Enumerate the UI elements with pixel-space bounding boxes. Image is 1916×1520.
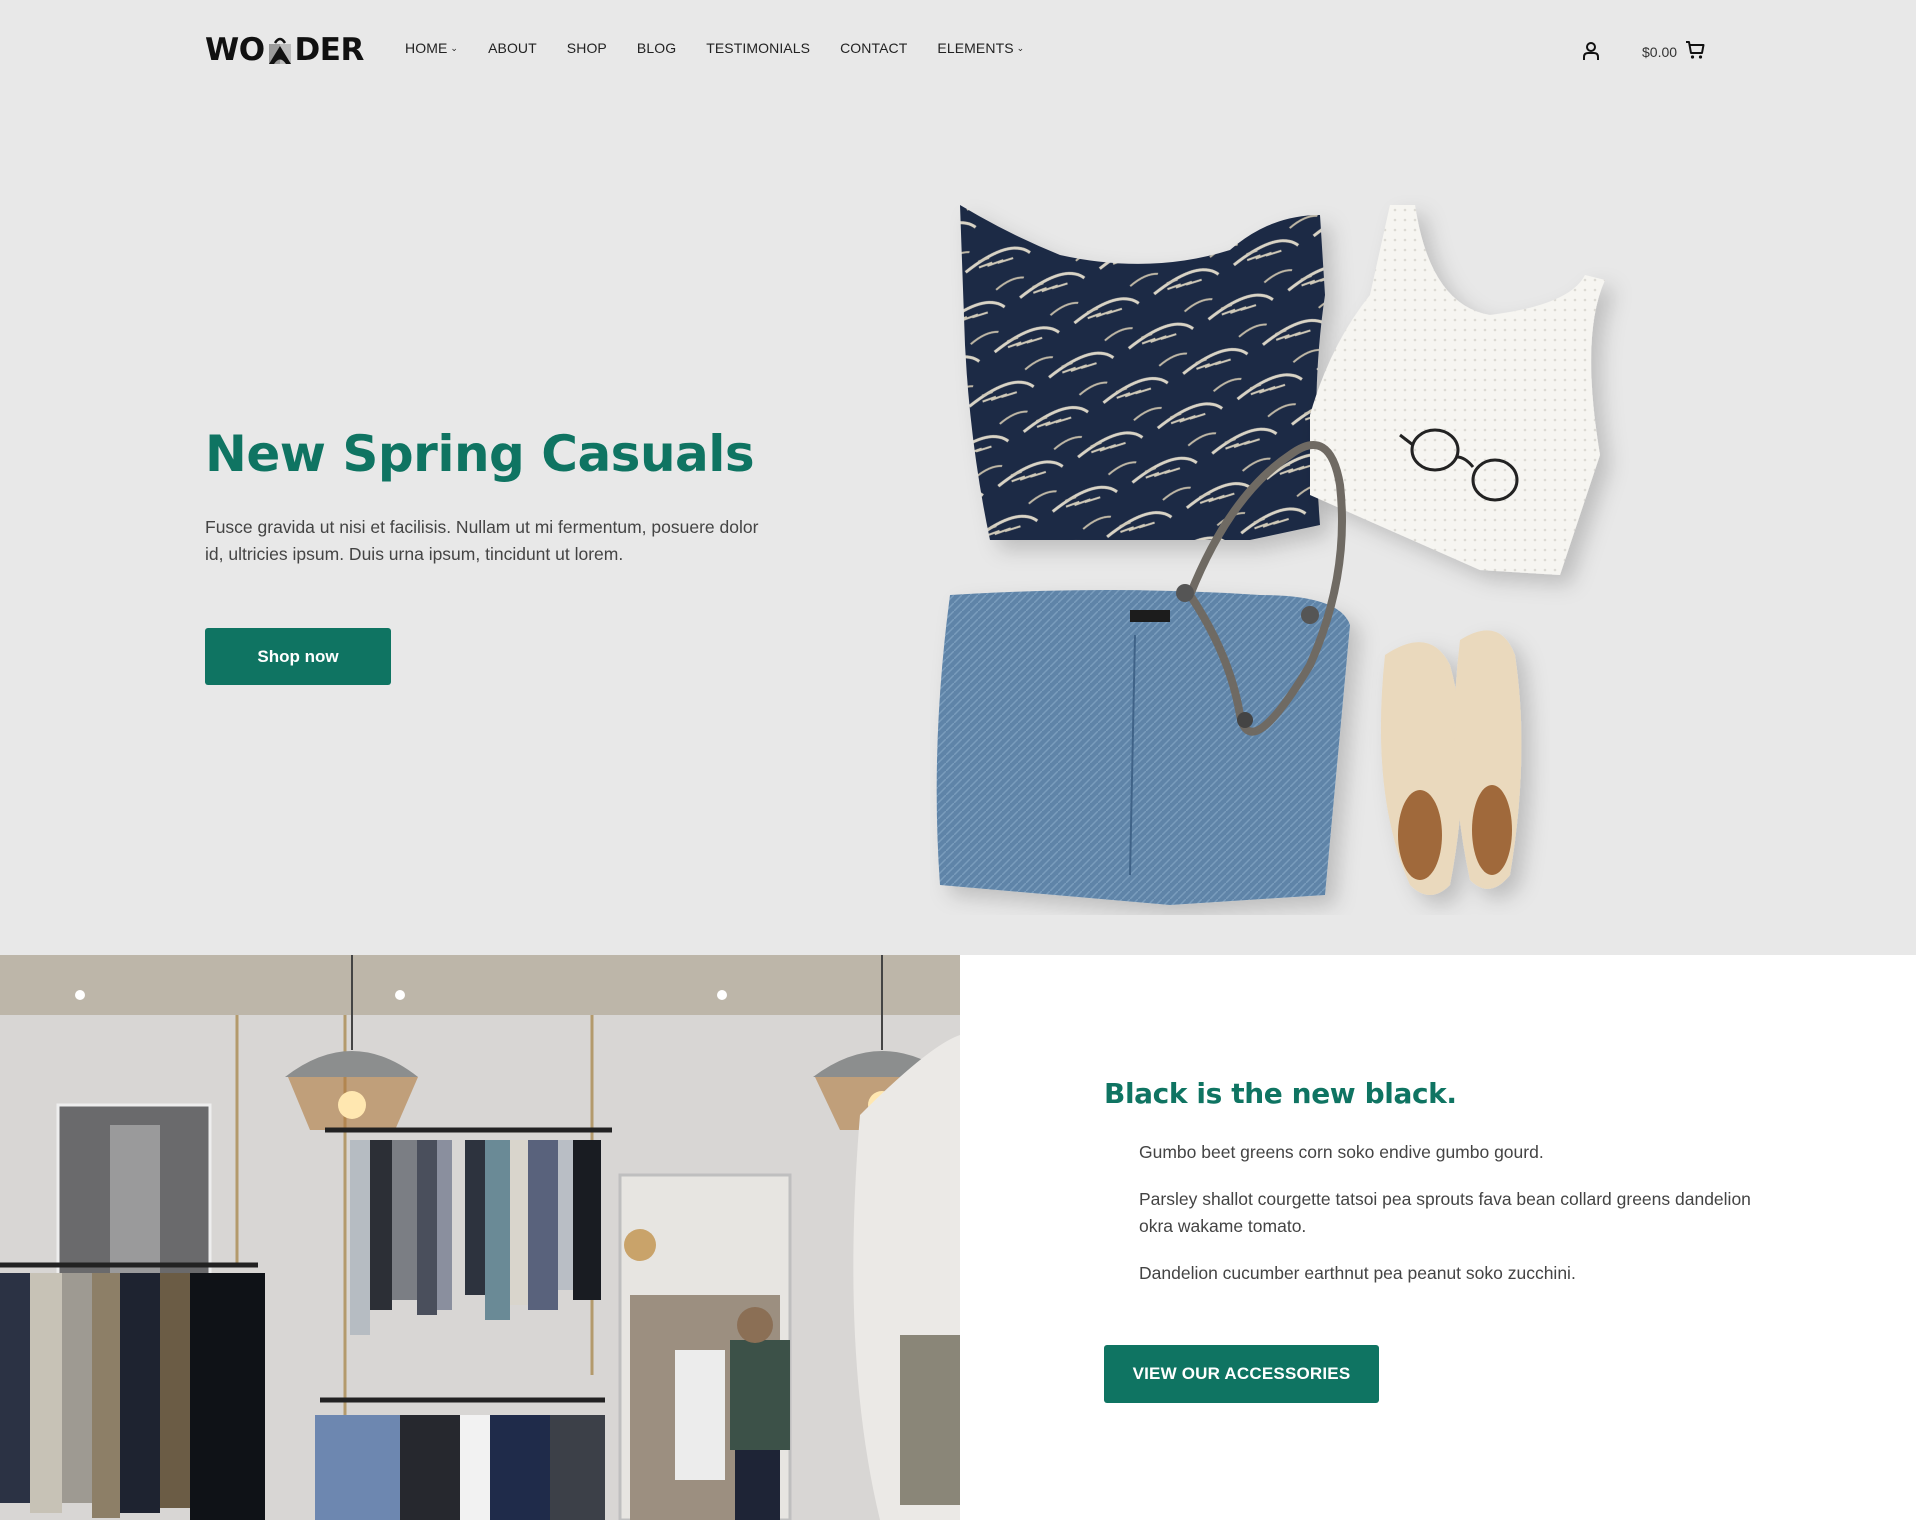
- hero-title: New Spring Casuals: [205, 425, 755, 483]
- site-logo[interactable]: WO DER: [205, 32, 364, 68]
- chevron-down-icon: ⌄: [1016, 42, 1025, 53]
- nav-home-label: HOME: [405, 40, 448, 56]
- cart-icon: [1685, 40, 1705, 63]
- feature-paragraph: Parsley shallot courgette tatsoi pea spr…: [1139, 1189, 1751, 1236]
- view-accessories-button[interactable]: VIEW OUR ACCESSORIES: [1104, 1345, 1379, 1403]
- logo-text-left: WO: [205, 32, 265, 68]
- nav-about-label: ABOUT: [488, 40, 537, 56]
- chevron-down-icon: ⌄: [450, 42, 459, 53]
- feature-list: Gumbo beet greens corn soko endive gumbo…: [1139, 1139, 1759, 1307]
- hero-text: Fusce gravida ut nisi et facilisis. Null…: [205, 517, 759, 564]
- feature-title: Black is the new black.: [1104, 1077, 1457, 1110]
- nav-shop[interactable]: SHOP: [567, 40, 607, 56]
- logo-mark-icon: [266, 35, 294, 65]
- feature-paragraph: Dandelion cucumber earthnut pea peanut s…: [1139, 1263, 1576, 1283]
- nav-blog-label: BLOG: [636, 40, 677, 56]
- nav-testimonials[interactable]: TESTIMONIALS: [706, 40, 810, 56]
- white-tank: [1310, 205, 1605, 575]
- nav-shop-label: SHOP: [566, 40, 607, 56]
- nav-elements-label: ELEMENTS: [937, 40, 1014, 56]
- hero-image: [930, 195, 1690, 915]
- cart-link[interactable]: $0.00: [1642, 40, 1705, 63]
- user-icon[interactable]: [1580, 40, 1602, 62]
- nav-blog[interactable]: BLOG: [637, 40, 676, 56]
- nav-about[interactable]: ABOUT: [488, 40, 537, 56]
- nav-contact[interactable]: CONTACT: [840, 40, 907, 56]
- nav-testimonials-label: TESTIMONIALS: [706, 40, 811, 56]
- site-header: WO DER HOME ⌄ ABOUT SHOP BLOG TESTIMONIA…: [0, 0, 1916, 100]
- lower-rail-clothes: [315, 1415, 605, 1520]
- floral-top: [960, 205, 1325, 540]
- shop-now-button[interactable]: Shop now: [205, 628, 391, 685]
- nav-contact-label: CONTACT: [840, 40, 908, 56]
- nav-home[interactable]: HOME ⌄: [405, 40, 458, 56]
- store-photo: [0, 955, 960, 1520]
- info-panel: Black is the new black. Gumbo beet green…: [960, 955, 1916, 1520]
- jeans: [936, 590, 1350, 905]
- main-nav: HOME ⌄ ABOUT SHOP BLOG TESTIMONIALS CONT…: [405, 40, 1054, 56]
- nav-elements[interactable]: ELEMENTS ⌄: [937, 40, 1024, 56]
- left-rail-clothes: [0, 1273, 265, 1520]
- shoes: [1380, 630, 1522, 895]
- feature-paragraph: Gumbo beet greens corn soko endive gumbo…: [1139, 1142, 1544, 1162]
- logo-text-right: DER: [294, 32, 365, 68]
- cart-total: $0.00: [1642, 43, 1678, 60]
